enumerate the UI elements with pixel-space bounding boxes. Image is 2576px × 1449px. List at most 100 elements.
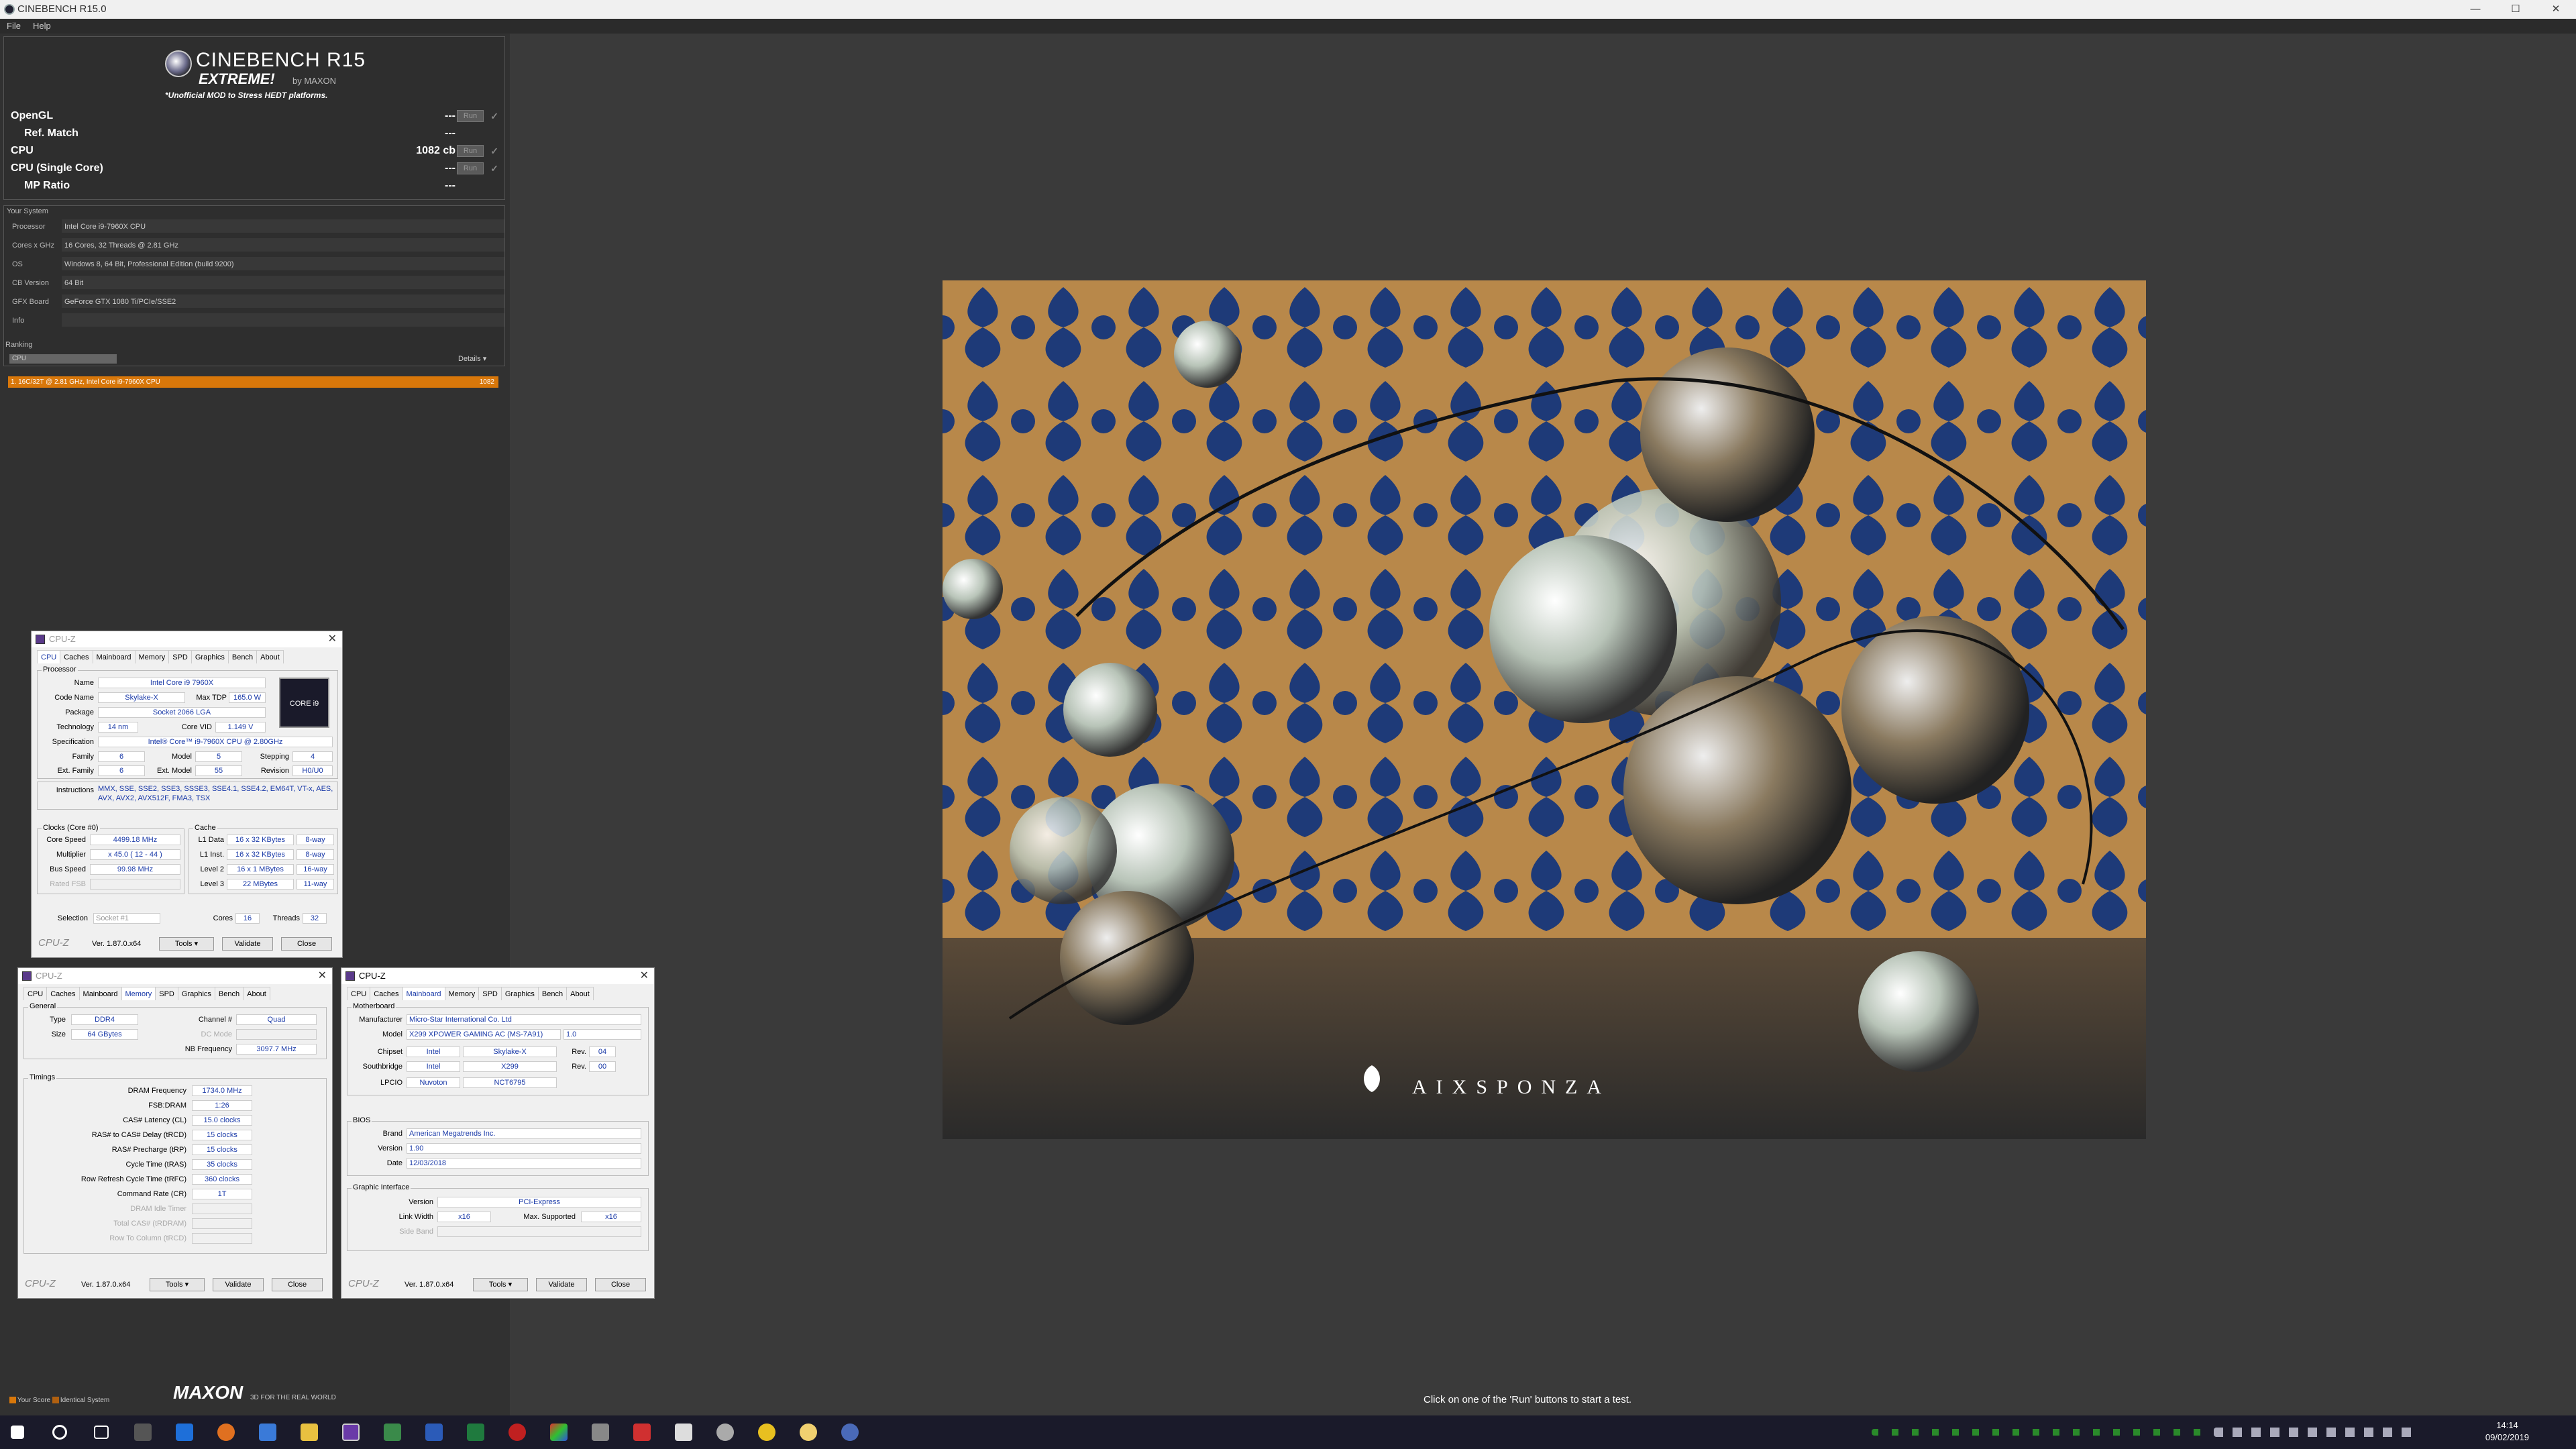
cpuz-version: Ver. 1.87.0.x64 (405, 1281, 454, 1289)
cpuz-logo: CPU-Z (38, 937, 69, 949)
tab-caches[interactable]: Caches (46, 987, 80, 1000)
tab-caches[interactable]: Caches (60, 650, 93, 663)
maximize-button[interactable]: ☐ (2496, 0, 2536, 19)
cpuz-logo: CPU-Z (25, 1278, 56, 1289)
app-icon[interactable] (259, 1424, 276, 1441)
task-view-icon[interactable] (94, 1426, 109, 1439)
tab-spd[interactable]: SPD (155, 987, 178, 1000)
tools-button[interactable]: Tools ▾ (159, 937, 214, 951)
cinebench-taskbar-icon[interactable] (342, 1424, 360, 1441)
close-icon[interactable]: ✕ (640, 968, 649, 984)
tab-cpu[interactable]: CPU (347, 987, 371, 1000)
tab-bench[interactable]: Bench (537, 987, 568, 1000)
ext-model-field: 55 (195, 765, 242, 776)
tools-button[interactable]: Tools ▾ (150, 1278, 205, 1291)
excel-icon[interactable] (467, 1424, 484, 1441)
tab-cpu[interactable]: CPU (37, 650, 61, 663)
app-icon[interactable] (716, 1424, 734, 1441)
tab-about[interactable]: About (243, 987, 270, 1000)
l1i-field: 16 x 32 KBytes (227, 849, 294, 860)
tab-bench[interactable]: Bench (227, 650, 258, 663)
southbridge-name-field: X299 (463, 1061, 557, 1072)
test-label: Ref. Match (24, 127, 78, 139)
app-icon[interactable] (800, 1424, 817, 1441)
tab-spd[interactable]: SPD (478, 987, 502, 1000)
app-icon[interactable] (134, 1424, 152, 1441)
rated-fsb-label: Rated FSB (50, 880, 86, 888)
tools-button[interactable]: Tools ▾ (473, 1278, 528, 1291)
close-icon[interactable]: ✕ (318, 968, 327, 984)
check-icon[interactable]: ✓ (490, 108, 498, 124)
ext-model-label: Ext. Model (157, 767, 192, 775)
firefox-icon[interactable] (217, 1424, 235, 1441)
tab-mainboard[interactable]: Mainboard (92, 650, 136, 663)
tab-memory[interactable]: Memory (134, 650, 170, 663)
close-button[interactable]: ✕ (2536, 0, 2576, 19)
search-icon[interactable] (52, 1425, 67, 1440)
menu-file[interactable]: File (7, 21, 21, 31)
chipset-name-field: Skylake-X (463, 1046, 557, 1057)
details-label: Details (458, 355, 481, 363)
ranking-entry[interactable]: 1. 16C/32T @ 2.81 GHz, Intel Core i9-796… (8, 376, 498, 388)
tab-mainboard[interactable]: Mainboard (402, 987, 445, 1000)
tab-cpu[interactable]: CPU (23, 987, 48, 1000)
run-opengl-button[interactable]: Run (457, 110, 484, 122)
cinebench-logo: CINEBENCH R15 EXTREME! by MAXON *Unoffic… (165, 46, 366, 107)
test-label: MP Ratio (24, 180, 70, 191)
app-icon[interactable] (508, 1424, 526, 1441)
tab-bench[interactable]: Bench (214, 987, 244, 1000)
validate-button[interactable]: Validate (213, 1278, 264, 1291)
tab-graphics[interactable]: Graphics (500, 987, 539, 1000)
check-icon[interactable]: ✓ (490, 143, 498, 159)
validate-button[interactable]: Validate (222, 937, 273, 951)
ranking-select[interactable]: CPU (9, 354, 117, 364)
identical-swatch (52, 1397, 59, 1404)
close-button[interactable]: Close (272, 1278, 323, 1291)
test-label: CPU (11, 145, 34, 156)
tab-memory[interactable]: Memory (121, 987, 156, 1000)
menu-help[interactable]: Help (33, 21, 51, 31)
clock[interactable]: 14:14 09/02/2019 (2485, 1419, 2529, 1444)
tab-graphics[interactable]: Graphics (177, 987, 215, 1000)
close-icon[interactable]: ✕ (328, 631, 337, 647)
run-cpu-button[interactable]: Run (457, 145, 484, 157)
processor-group: Processor Name Intel Core i9 7960X Code … (37, 665, 338, 779)
channel-field: Quad (236, 1014, 317, 1025)
run-single-core-button[interactable]: Run (457, 162, 484, 174)
minimize-button[interactable]: — (2455, 0, 2496, 19)
check-icon[interactable]: ✓ (490, 160, 498, 176)
tab-graphics[interactable]: Graphics (191, 650, 229, 663)
ranking-entry-label: 1. 16C/32T @ 2.81 GHz, Intel Core i9-796… (11, 378, 160, 386)
app-icon[interactable] (550, 1424, 568, 1441)
status-text: Click on one of the 'Run' buttons to sta… (1424, 1394, 1632, 1405)
sys-info-field[interactable] (62, 313, 504, 327)
calculator-icon[interactable] (675, 1424, 692, 1441)
tray-icons[interactable] (2214, 1428, 2415, 1437)
tab-spd[interactable]: SPD (168, 650, 192, 663)
gi-version-field: PCI-Express (437, 1197, 641, 1208)
timing-value (192, 1203, 252, 1214)
app-icon[interactable] (384, 1424, 401, 1441)
close-button[interactable]: Close (595, 1278, 646, 1291)
app-icon[interactable] (633, 1424, 651, 1441)
test-value: --- (445, 127, 455, 139)
tab-caches[interactable]: Caches (370, 987, 403, 1000)
socket-select[interactable]: Socket #1 (93, 913, 160, 924)
app-icon[interactable] (592, 1424, 609, 1441)
close-button[interactable]: Close (281, 937, 332, 951)
cpuz-taskbar-icon[interactable] (841, 1424, 859, 1441)
windows-start-icon[interactable] (11, 1426, 24, 1439)
validate-button[interactable]: Validate (536, 1278, 587, 1291)
edge-icon[interactable] (176, 1424, 193, 1441)
file-explorer-icon[interactable] (301, 1424, 318, 1441)
tab-about[interactable]: About (256, 650, 284, 663)
sys-key: Info (12, 317, 25, 325)
l1d-label: L1 Data (198, 836, 224, 844)
tab-memory[interactable]: Memory (444, 987, 480, 1000)
details-button[interactable]: Details ▾ (458, 354, 486, 363)
app-icon[interactable] (758, 1424, 775, 1441)
tab-about[interactable]: About (566, 987, 594, 1000)
word-icon[interactable] (425, 1424, 443, 1441)
tab-mainboard[interactable]: Mainboard (78, 987, 122, 1000)
channel-label: Channel # (198, 1016, 232, 1024)
